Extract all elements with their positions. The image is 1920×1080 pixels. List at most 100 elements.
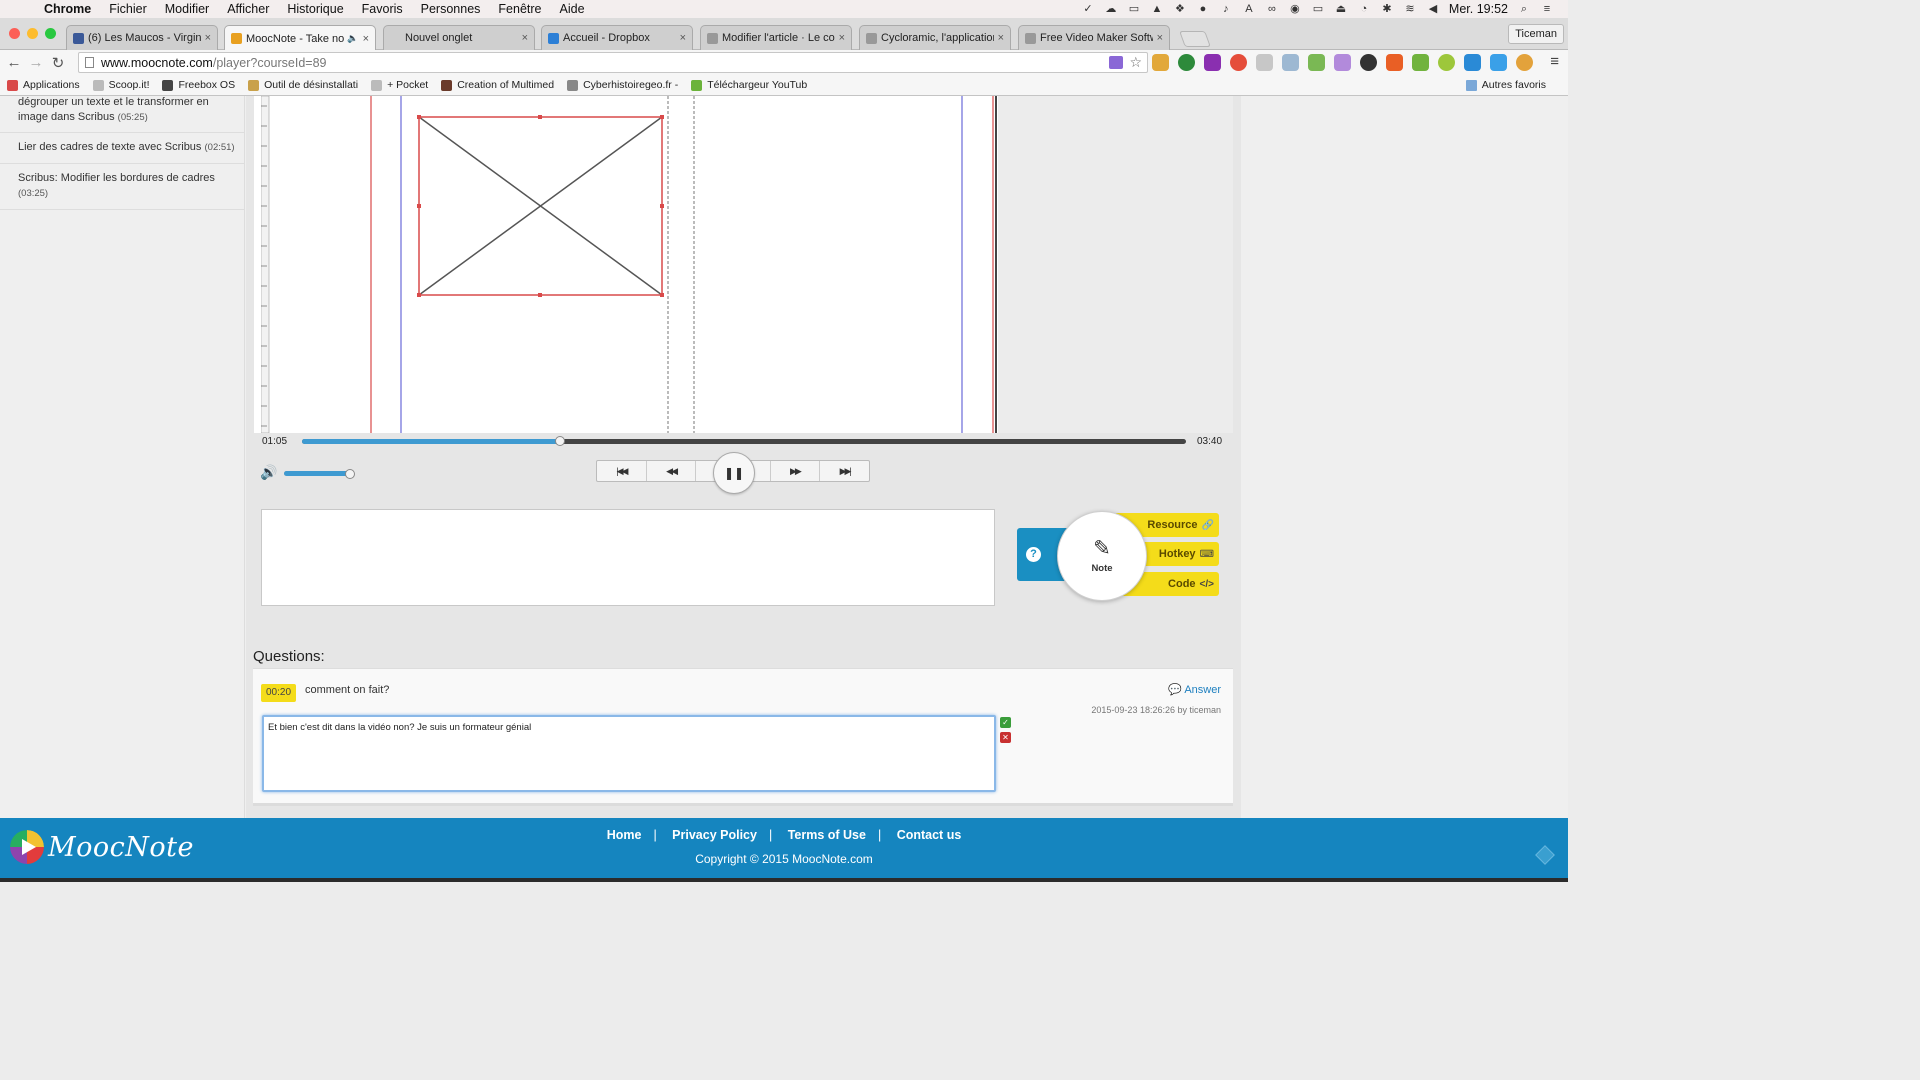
bookmark-item[interactable]: Scoop.it! — [92, 79, 149, 91]
dropbox-icon[interactable]: ❖ — [1173, 3, 1187, 15]
bookmark-item[interactable]: Applications — [7, 79, 80, 91]
menu-aide[interactable]: Aide — [551, 2, 594, 16]
extension-icon[interactable] — [1152, 54, 1169, 71]
menu-fenetre[interactable]: Fenêtre — [489, 2, 550, 16]
bookmark-item[interactable]: + Pocket — [371, 79, 428, 91]
creative-cloud-icon[interactable]: ∞ — [1265, 3, 1279, 15]
note-textarea[interactable] — [261, 509, 995, 606]
minimize-window-button[interactable] — [27, 28, 38, 39]
lesson-item[interactable]: Scribus: Modifier les bordures de cadres… — [0, 164, 244, 210]
bookmark-item[interactable]: Creation of Multimed — [441, 79, 554, 91]
menu-app-name[interactable]: Chrome — [40, 2, 100, 16]
browser-tab[interactable]: Modifier l'article · Le coute × — [700, 25, 852, 50]
volume-icon[interactable]: ◀ — [1426, 3, 1440, 15]
browser-tab[interactable]: Accueil - Dropbox × — [541, 25, 693, 50]
note-button[interactable]: ✎ Note — [1057, 511, 1147, 601]
sync-icon[interactable]: ◉ — [1288, 3, 1302, 15]
cancel-answer-icon[interactable]: ✕ — [1000, 732, 1011, 743]
bookmark-item[interactable]: Téléchargeur YouTub — [691, 79, 807, 91]
extension-icon[interactable] — [1516, 54, 1533, 71]
confirm-answer-icon[interactable]: ✓ — [1000, 717, 1011, 728]
footer-link-contact[interactable]: Contact us — [897, 828, 962, 842]
extension-icon[interactable] — [1178, 54, 1195, 71]
notification-center-icon[interactable]: ≡ — [1540, 3, 1554, 15]
adobe-icon[interactable]: A — [1242, 3, 1256, 15]
camera-icon[interactable] — [1282, 54, 1299, 71]
bell-icon[interactable]: ● — [1196, 3, 1210, 15]
chrome-menu-icon[interactable]: ≡ — [1550, 53, 1559, 70]
question-timestamp[interactable]: 00:20 — [261, 684, 297, 702]
answer-link[interactable]: 💬 Answer — [1168, 683, 1221, 696]
extension-icon[interactable] — [1386, 54, 1403, 71]
close-tab-icon[interactable]: × — [363, 33, 369, 45]
airplay-icon[interactable]: ▭ — [1311, 3, 1325, 15]
zoom-window-button[interactable] — [45, 28, 56, 39]
close-tab-icon[interactable]: × — [839, 32, 845, 44]
bluetooth-icon[interactable]: ✱ — [1380, 3, 1394, 15]
fast-forward-button[interactable]: ▶▶ — [771, 461, 821, 481]
close-window-button[interactable] — [9, 28, 20, 39]
omnibox-extension-icon[interactable] — [1109, 56, 1123, 69]
extension-icon[interactable] — [1256, 54, 1273, 71]
skip-to-end-button[interactable]: ▶▶| — [820, 461, 869, 481]
menubar-clock[interactable]: Mer. 19:52 — [1449, 2, 1508, 16]
cloud-icon[interactable]: ☁ — [1104, 3, 1118, 15]
bookmark-item[interactable]: Outil de désinstallati — [248, 79, 358, 91]
menu-modifier[interactable]: Modifier — [156, 2, 218, 16]
forward-icon[interactable]: → — [25, 54, 47, 71]
close-tab-icon[interactable]: × — [998, 32, 1004, 44]
profile-button[interactable]: Ticeman — [1508, 24, 1564, 44]
wifi-icon[interactable]: ≋ — [1403, 3, 1417, 15]
browser-tab[interactable]: MoocNote - Take notes🔈 × — [224, 25, 376, 51]
close-tab-icon[interactable]: × — [680, 32, 686, 44]
extension-icon[interactable] — [1490, 54, 1507, 71]
back-icon[interactable]: ← — [3, 54, 25, 71]
seek-bar[interactable] — [302, 436, 1186, 446]
close-tab-icon[interactable]: × — [522, 32, 528, 44]
lesson-item[interactable]: dégrouper un texte et le transformer en … — [0, 95, 244, 133]
tab-audio-icon[interactable]: 🔈 — [347, 33, 358, 44]
extension-icon[interactable] — [1360, 54, 1377, 71]
bookmark-item[interactable]: Freebox OS — [162, 79, 235, 91]
pause-button[interactable]: ❚❚ — [713, 452, 755, 494]
reload-icon[interactable]: ↻ — [47, 54, 69, 72]
browser-tab[interactable]: Nouvel onglet × — [383, 25, 535, 50]
onenote-icon[interactable] — [1204, 54, 1221, 71]
lesson-item[interactable]: Lier des cadres de texte avec Scribus (0… — [0, 133, 244, 164]
extension-icon[interactable] — [1308, 54, 1325, 71]
volume-slider[interactable] — [284, 468, 355, 479]
close-tab-icon[interactable]: × — [205, 32, 211, 44]
browser-tab[interactable]: Free Video Maker Software × — [1018, 25, 1170, 50]
feather-icon[interactable] — [1334, 54, 1351, 71]
extension-icon[interactable] — [1412, 54, 1429, 71]
page-info-icon[interactable] — [85, 57, 94, 68]
browser-tab[interactable]: Cycloramic, l'application iO × — [859, 25, 1011, 50]
footer-link-home[interactable]: Home — [607, 828, 642, 842]
time-machine-icon[interactable]: ◔ — [1357, 3, 1371, 15]
spotlight-search-icon[interactable]: ⌕ — [1517, 3, 1531, 15]
menu-personnes[interactable]: Personnes — [412, 2, 490, 16]
extension-icon[interactable] — [1464, 54, 1481, 71]
extension-icon[interactable] — [1230, 54, 1247, 71]
footer-link-privacy[interactable]: Privacy Policy — [672, 828, 757, 842]
menu-afficher[interactable]: Afficher — [218, 2, 278, 16]
close-tab-icon[interactable]: × — [1157, 32, 1163, 44]
seek-handle[interactable] — [555, 436, 566, 446]
drive-icon[interactable]: ▲ — [1150, 3, 1164, 15]
volume-handle[interactable] — [345, 468, 355, 479]
microphone-icon[interactable]: ♪ — [1219, 3, 1233, 15]
menu-fichier[interactable]: Fichier — [100, 2, 156, 16]
extension-icon[interactable] — [1438, 54, 1455, 71]
browser-tab[interactable]: (6) Les Maucos - Virginie M × — [66, 25, 218, 50]
status-check-icon[interactable]: ✓ — [1081, 3, 1095, 15]
new-tab-button[interactable] — [1179, 31, 1211, 47]
box-icon[interactable]: ▭ — [1127, 3, 1141, 15]
menu-favoris[interactable]: Favoris — [353, 2, 412, 16]
video-player[interactable] — [254, 96, 1233, 433]
volume-icon[interactable]: 🔊 — [260, 464, 277, 481]
footer-link-terms[interactable]: Terms of Use — [788, 828, 866, 842]
rewind-button[interactable]: ◀◀ — [647, 461, 697, 481]
other-bookmarks[interactable]: Autres favoris — [1465, 79, 1546, 91]
answer-textarea[interactable]: Et bien c'est dit dans la vidéo non? Je … — [262, 715, 996, 792]
bookmark-star-icon[interactable]: ☆ — [1129, 54, 1142, 71]
